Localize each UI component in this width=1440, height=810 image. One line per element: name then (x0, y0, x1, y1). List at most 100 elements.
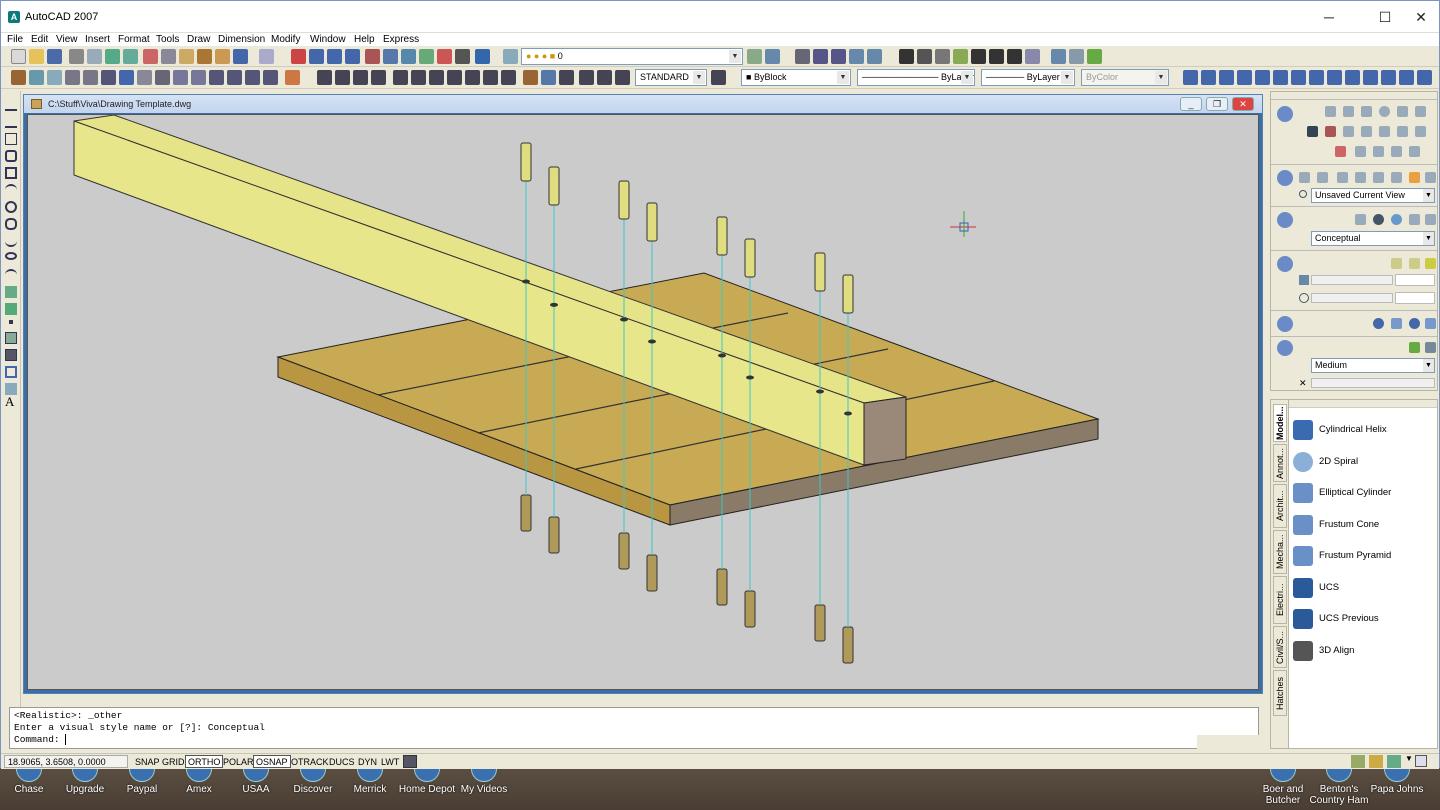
spline-icon[interactable] (5, 235, 17, 247)
text-style-icon[interactable] (867, 49, 882, 64)
text-icon[interactable] (899, 49, 914, 64)
perspective-icon[interactable] (1425, 172, 1436, 183)
insert-block-icon[interactable] (5, 286, 17, 298)
ucs-zaxis-icon[interactable] (1309, 70, 1324, 85)
layer-combo[interactable]: ● ● ● ■ 0 ▼ (521, 48, 743, 65)
dashboard-grip[interactable] (1271, 92, 1437, 100)
orbit-icon[interactable] (1337, 172, 1348, 183)
ucs-world-icon[interactable] (1201, 70, 1216, 85)
box-icon[interactable] (1325, 106, 1336, 117)
close-button[interactable]: ✕ (1399, 5, 1440, 29)
tool-ucs[interactable]: UCS (1291, 574, 1431, 602)
palette-tab-4[interactable]: Electri... (1273, 576, 1287, 624)
model-viewport[interactable] (27, 114, 1259, 690)
space-icon[interactable] (1025, 49, 1040, 64)
ucs-z-icon[interactable] (1381, 70, 1396, 85)
find-icon[interactable] (935, 49, 950, 64)
tool-ucs-previous[interactable]: UCS Previous (1291, 605, 1431, 633)
scale-text-icon[interactable] (971, 49, 986, 64)
save-icon[interactable] (47, 49, 62, 64)
menu-tools[interactable]: Tools (156, 33, 179, 47)
zoom-window-icon[interactable] (327, 49, 342, 64)
status-toggle-lwt[interactable]: LWT (378, 755, 402, 768)
tool-3d-align[interactable]: 3D Align (1291, 637, 1431, 665)
2d-wireframe-icon[interactable] (1355, 214, 1366, 225)
material-attach-icon[interactable] (1409, 318, 1420, 329)
make-layer-current-icon[interactable] (747, 49, 762, 64)
polysolid-icon[interactable] (29, 70, 44, 85)
circle-icon[interactable] (5, 201, 17, 213)
layer-manager-icon[interactable] (503, 49, 518, 64)
paste-icon[interactable] (179, 49, 194, 64)
ucs-object-icon[interactable] (1255, 70, 1270, 85)
layout-icon[interactable] (795, 49, 810, 64)
material-editor-icon[interactable] (1425, 318, 1436, 329)
status-toggle-snap[interactable]: SNAP (132, 755, 163, 768)
ucs-previous-icon[interactable] (1219, 70, 1234, 85)
tool-frustum-cone[interactable]: Frustum Cone (1291, 511, 1431, 539)
chamfer-icon[interactable] (245, 70, 260, 85)
ucs-x-icon[interactable] (1345, 70, 1360, 85)
menu-express[interactable]: Express (383, 33, 419, 47)
multiline-text-icon[interactable]: A (5, 395, 17, 408)
lineweight-combo[interactable]: ────── ByLayer ▼ (981, 69, 1075, 86)
brightness-slider[interactable] (1311, 275, 1393, 285)
zoom-previous-icon[interactable] (345, 49, 360, 64)
render-preset-combo[interactable]: Medium ▼ (1311, 358, 1435, 373)
tool-palette-grip[interactable] (1289, 400, 1437, 408)
sphere-icon[interactable] (1379, 106, 1390, 117)
3d-dwf-icon[interactable] (123, 49, 138, 64)
slice-icon[interactable] (1379, 126, 1390, 137)
menu-edit[interactable]: Edit (31, 33, 48, 47)
polyline-icon[interactable] (5, 133, 17, 145)
tool-elliptical-cylinder[interactable]: Elliptical Cylinder (1291, 479, 1431, 507)
array-icon[interactable] (83, 70, 98, 85)
palette-tab-0[interactable]: Model... (1273, 404, 1287, 442)
pan-icon[interactable] (1299, 172, 1310, 183)
tool-2d-spiral[interactable]: 2D Spiral (1291, 448, 1431, 476)
polygon-icon[interactable] (5, 150, 17, 162)
torus-icon[interactable] (1415, 106, 1426, 117)
copy-icon[interactable] (161, 49, 176, 64)
material-sphere-icon[interactable] (1373, 318, 1384, 329)
jogged-icon[interactable] (411, 70, 426, 85)
dimension-update-icon[interactable] (615, 70, 630, 85)
tool-palettes-icon[interactable] (401, 49, 416, 64)
sheet-set-icon[interactable] (419, 49, 434, 64)
region-icon[interactable] (5, 366, 17, 378)
desktop-icon-papa-johns[interactable]: Papa Johns (1362, 768, 1432, 795)
multileader-icon[interactable] (849, 49, 864, 64)
menu-modify[interactable]: Modify (271, 33, 300, 47)
publish-icon[interactable] (105, 49, 120, 64)
dimension-text-edit-icon[interactable] (597, 70, 612, 85)
menu-help[interactable]: Help (354, 33, 375, 47)
line-icon[interactable] (5, 99, 17, 111)
cylinder-icon[interactable] (1397, 106, 1408, 117)
arc-length-icon[interactable] (353, 70, 368, 85)
gradient-icon[interactable] (5, 349, 17, 361)
time-slider[interactable] (1311, 293, 1393, 303)
calculator-icon[interactable] (455, 49, 470, 64)
justify-text-icon[interactable] (989, 49, 1004, 64)
model-layout-icon[interactable] (403, 755, 417, 768)
dimension-style-manager-icon[interactable] (711, 70, 726, 85)
camera-icon[interactable] (1391, 172, 1402, 183)
rotate-icon[interactable] (119, 70, 134, 85)
sweep-icon[interactable] (1397, 126, 1408, 137)
named-ucs-icon[interactable] (1417, 70, 1432, 85)
communication-center-icon[interactable] (1351, 755, 1365, 768)
tray-settings-icon[interactable] (1387, 755, 1401, 768)
ordinate-icon[interactable] (371, 70, 386, 85)
text-edit-icon[interactable] (917, 49, 932, 64)
ucs-apply-icon[interactable] (1399, 70, 1414, 85)
ucs-view-icon[interactable] (1273, 70, 1288, 85)
default-lighting-icon[interactable] (1391, 258, 1402, 269)
plotstyle-combo[interactable]: ByColor ▼ (1081, 69, 1169, 86)
exposure-slider[interactable] (1311, 378, 1435, 388)
render-window-icon[interactable] (1425, 342, 1436, 353)
ucs-3point-icon[interactable] (1327, 70, 1342, 85)
time-value[interactable] (1395, 292, 1435, 304)
palette-tab-1[interactable]: Annot... (1273, 444, 1287, 482)
orbit-icon[interactable] (1051, 49, 1066, 64)
manage-styles-icon[interactable] (1425, 214, 1436, 225)
